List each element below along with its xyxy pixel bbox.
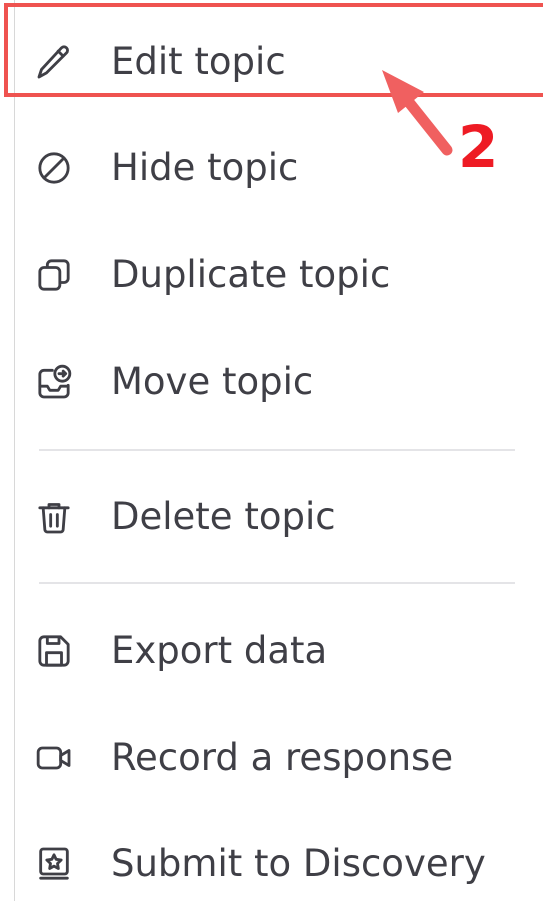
- menu-item-record-response[interactable]: Record a response: [15, 723, 543, 793]
- duplicate-icon: [34, 255, 74, 295]
- menu-item-label: Move topic: [111, 360, 314, 403]
- menu-item-label: Record a response: [111, 736, 454, 779]
- move-icon: [34, 362, 74, 402]
- menu-divider: [39, 582, 515, 584]
- menu-item-move-topic[interactable]: Move topic: [15, 347, 543, 417]
- menu-item-label: Export data: [111, 629, 328, 672]
- menu-item-label: Submit to Discovery: [111, 842, 486, 885]
- step-number: 2: [458, 113, 499, 181]
- menu-item-delete-topic[interactable]: Delete topic: [15, 482, 543, 552]
- menu-item-duplicate-topic[interactable]: Duplicate topic: [15, 240, 543, 310]
- menu-item-label: Edit topic: [111, 40, 286, 83]
- discovery-star-icon: [34, 844, 74, 884]
- trash-icon: [34, 497, 74, 537]
- video-camera-icon: [34, 738, 74, 778]
- menu-item-export-data[interactable]: Export data: [15, 616, 543, 686]
- pencil-icon: [34, 42, 74, 82]
- menu-item-edit-topic[interactable]: Edit topic: [15, 27, 543, 97]
- menu-divider: [39, 449, 515, 451]
- menu-item-submit-to-discovery[interactable]: Submit to Discovery: [15, 829, 543, 899]
- menu-item-label: Hide topic: [111, 146, 299, 189]
- hide-icon: [34, 148, 74, 188]
- menu-item-label: Duplicate topic: [111, 253, 391, 296]
- menu-item-label: Delete topic: [111, 495, 336, 538]
- save-icon: [34, 631, 74, 671]
